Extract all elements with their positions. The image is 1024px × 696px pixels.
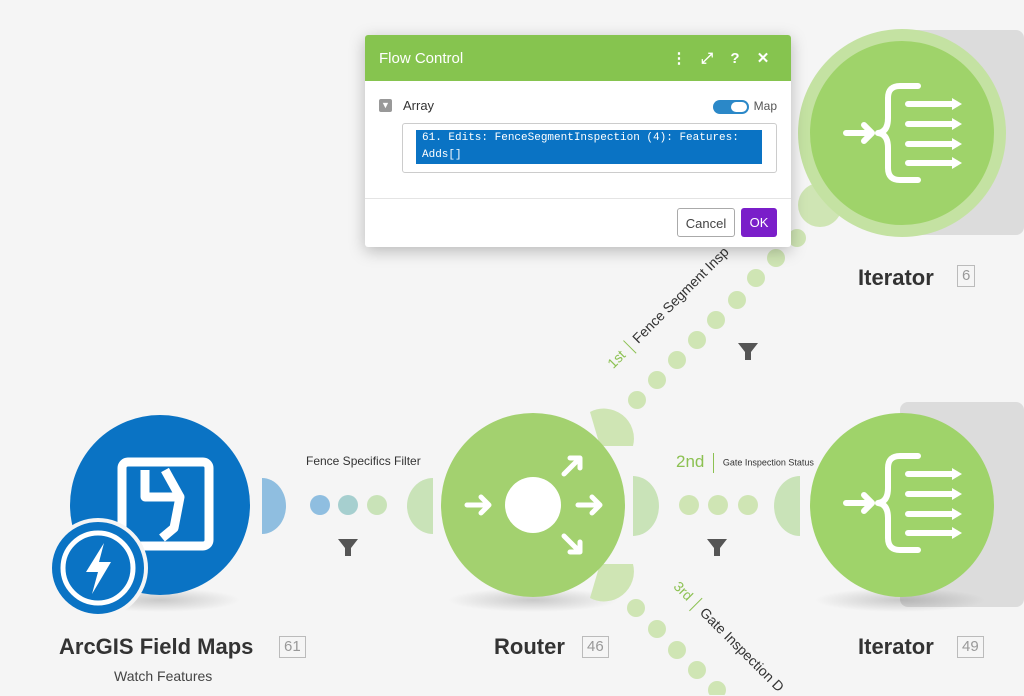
router-module-id-badge: 46	[582, 636, 609, 658]
dialog-header: Flow Control ⋮ ⤢ ? ✕	[365, 35, 791, 81]
arcgis-module-title: ArcGIS Field Maps	[59, 634, 254, 659]
dialog-divider	[365, 198, 791, 199]
dialog-title: Flow Control	[379, 49, 464, 67]
filter-connection[interactable]	[310, 495, 387, 515]
arcgis-module-id-badge: 61	[279, 636, 306, 658]
arcgis-module-subtitle: Watch Features	[114, 668, 213, 684]
iterator-bottom-id-badge: 49	[957, 636, 984, 658]
map-toggle[interactable]	[713, 100, 749, 114]
iterator-top-title: Iterator	[858, 265, 934, 290]
map-toggle-knob	[731, 102, 747, 112]
route-2-name: Gate Inspection Status	[722, 457, 814, 468]
more-options-icon[interactable]: ⋮	[665, 49, 693, 67]
route-2-connection[interactable]	[679, 495, 758, 515]
close-icon[interactable]: ✕	[749, 49, 777, 67]
flow-control-dialog: Flow Control ⋮ ⤢ ? ✕ ▼ Array Map 61. Edi…	[365, 35, 791, 247]
array-field-row: ▼ Array Map	[379, 98, 777, 118]
router-module-title: Router	[494, 634, 565, 659]
iterator-top-module[interactable]	[798, 29, 1006, 237]
filter-funnel-icon[interactable]	[338, 539, 358, 556]
expand-icon[interactable]: ⤢	[693, 50, 721, 67]
arcgis-module[interactable]	[48, 415, 286, 618]
cancel-button[interactable]: Cancel	[677, 208, 735, 237]
route-2-number: 2nd	[676, 452, 705, 471]
filter-label[interactable]: Fence Specifics Filter	[306, 454, 421, 468]
route-2-label[interactable]: 2nd Gate Inspection Status	[676, 452, 814, 473]
filter-funnel-icon[interactable]	[738, 343, 758, 360]
array-field-label: Array	[403, 98, 435, 113]
map-toggle-label: Map	[753, 99, 777, 113]
help-icon[interactable]: ?	[721, 50, 749, 67]
iterator-top-id-badge: 6	[957, 265, 976, 287]
collapse-chevron-icon[interactable]: ▼	[379, 99, 392, 112]
mapped-value-pill[interactable]: 61. Edits: FenceSegmentInspection (4): F…	[416, 130, 762, 164]
filter-funnel-icon[interactable]	[707, 539, 727, 556]
iterator-bottom-title: Iterator	[858, 634, 934, 659]
array-input[interactable]: 61. Edits: FenceSegmentInspection (4): F…	[402, 123, 777, 173]
ok-button[interactable]: OK	[741, 208, 777, 237]
router-module[interactable]	[407, 408, 659, 612]
